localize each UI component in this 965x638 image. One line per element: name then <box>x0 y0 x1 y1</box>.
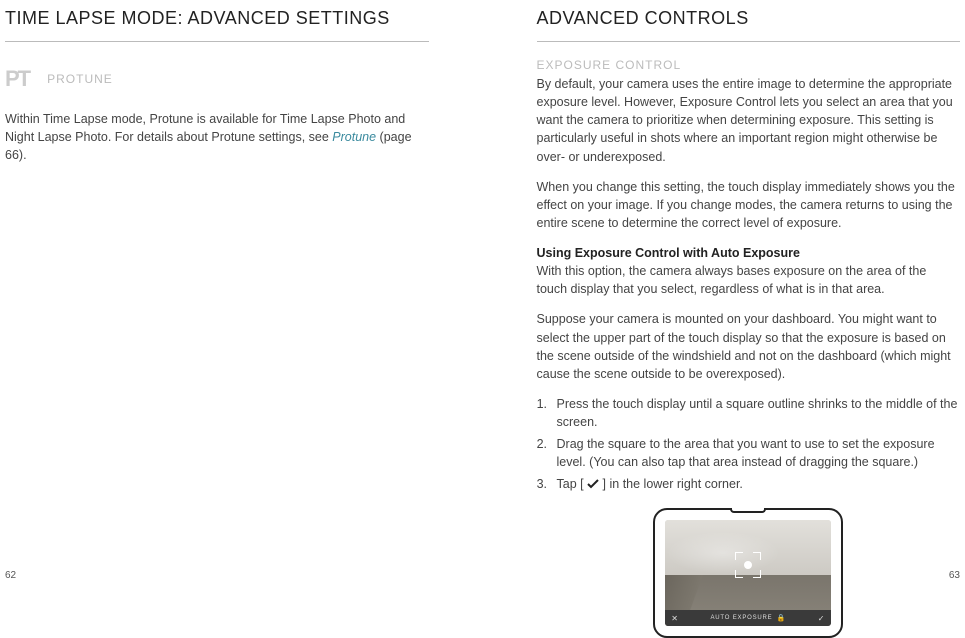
page-left: TIME LAPSE MODE: ADVANCED SETTINGS PT PR… <box>0 0 483 587</box>
protune-label: PROTUNE <box>47 72 113 86</box>
protune-link: Protune <box>332 130 376 144</box>
page-number-right: 63 <box>949 570 960 581</box>
step-1: Press the touch display until a square o… <box>551 395 961 431</box>
device-notch <box>730 508 766 513</box>
checkmark-icon <box>587 476 599 494</box>
step-3: Tap [ ] in the lower right corner. <box>551 475 961 494</box>
protune-heading-row: PT PROTUNE <box>5 66 429 92</box>
steps-list: Press the touch display until a square o… <box>551 395 961 494</box>
step3-post: ] in the lower right corner. <box>599 477 743 491</box>
protune-icon: PT <box>5 66 29 92</box>
device-figure: ✕ AUTO EXPOSURE 🔒 ✓ <box>537 508 961 638</box>
step-2: Drag the square to the area that you wan… <box>551 435 961 471</box>
device-screen: ✕ AUTO EXPOSURE 🔒 ✓ <box>665 520 831 626</box>
page-title: ADVANCED CONTROLS <box>537 8 961 42</box>
status-center: AUTO EXPOSURE 🔒 <box>711 614 787 622</box>
protune-body: Within Time Lapse mode, Protune is avail… <box>5 110 429 164</box>
status-bar: ✕ AUTO EXPOSURE 🔒 ✓ <box>665 610 831 626</box>
page-right: ADVANCED CONTROLS EXPOSURE CONTROL By de… <box>483 0 965 587</box>
exposure-bracket-icon <box>735 552 761 578</box>
page-number-left: 62 <box>5 570 16 581</box>
step3-pre: Tap [ <box>557 477 588 491</box>
section-heading: EXPOSURE CONTROL <box>537 58 961 72</box>
para-1: By default, your camera uses the entire … <box>537 75 961 166</box>
close-icon: ✕ <box>671 614 679 623</box>
para-4: Suppose your camera is mounted on your d… <box>537 310 961 383</box>
para-2: When you change this setting, the touch … <box>537 178 961 232</box>
page-title: TIME LAPSE MODE: ADVANCED SETTINGS <box>5 8 429 42</box>
auto-exposure-heading: Using Exposure Control with Auto Exposur… <box>537 246 800 260</box>
check-icon: ✓ <box>818 614 826 623</box>
status-label: AUTO EXPOSURE <box>711 615 773 621</box>
para-3: With this option, the camera always base… <box>537 264 927 296</box>
para-3-block: Using Exposure Control with Auto Exposur… <box>537 244 961 298</box>
device-frame: ✕ AUTO EXPOSURE 🔒 ✓ <box>653 508 843 638</box>
lock-icon: 🔒 <box>776 614 786 622</box>
